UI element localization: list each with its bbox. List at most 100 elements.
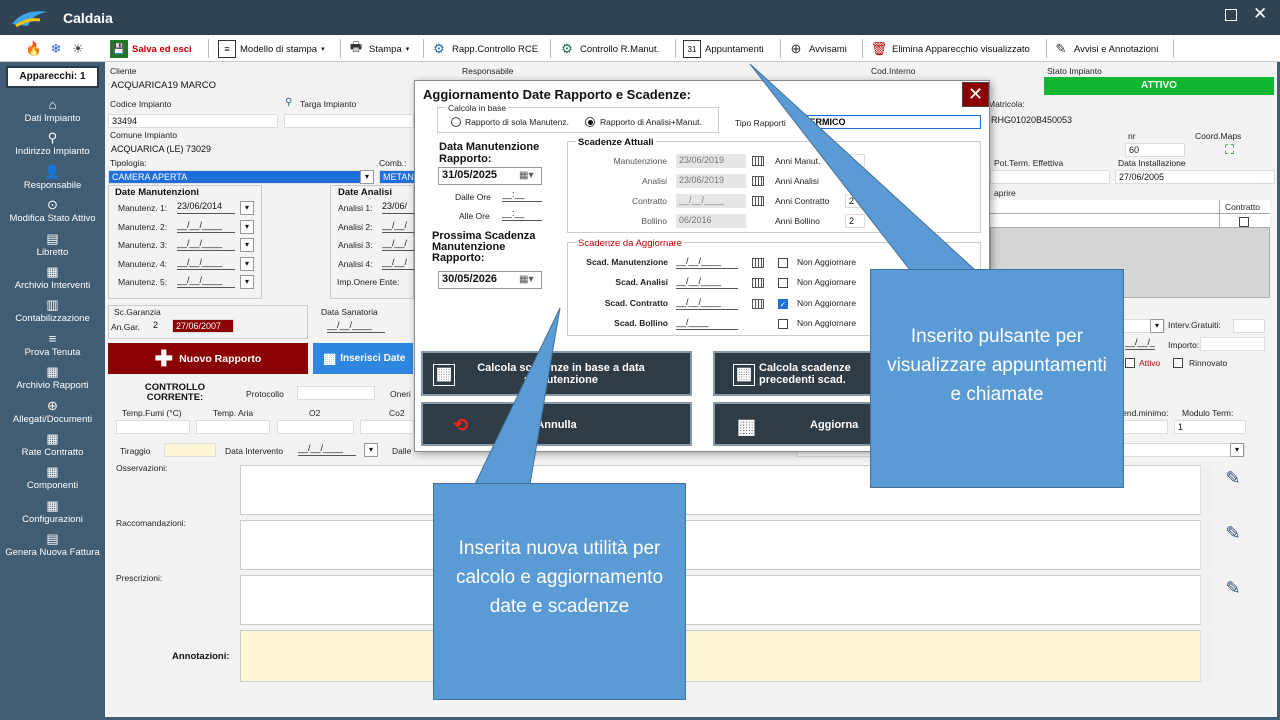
codice-field[interactable]: 33494 xyxy=(108,114,278,128)
sidebar-item[interactable]: ▥ Contabilizzazione xyxy=(0,297,105,324)
sidebar-item[interactable]: ⊕ Allegati/Documenti xyxy=(0,398,105,425)
controllo-manut-button[interactable]: ⚙ Controllo R.Manut. xyxy=(558,38,659,60)
manut-date-field[interactable]: 23/06/2014 xyxy=(177,201,235,214)
sidebar-item[interactable]: ▦ Archivio Interventi xyxy=(0,264,105,291)
rinnovato-checkbox[interactable] xyxy=(1173,358,1183,368)
importo-field[interactable] xyxy=(1200,337,1265,351)
edit-notes-icon[interactable]: ✎ xyxy=(1221,468,1245,492)
temp-aria-field[interactable] xyxy=(196,420,270,434)
co2-field[interactable] xyxy=(360,420,414,434)
rapp-rce-button[interactable]: ⚙ Rapp.Controllo RCE xyxy=(430,38,538,60)
anni-field[interactable] xyxy=(845,174,865,188)
chevron-down-icon[interactable]: ▾ xyxy=(364,443,378,457)
elimina-button[interactable]: 🗑 Elimina Apparecchio visualizzato xyxy=(870,38,1030,60)
maximize-icon[interactable] xyxy=(1225,9,1237,21)
sidebar-item[interactable]: ▦ Rate Contratto xyxy=(0,431,105,458)
manut-date-field[interactable]: __/__/____ xyxy=(177,275,235,288)
calcola-precedenti-button[interactable]: ▦ Calcola scadenze precedenti scad. xyxy=(713,351,880,396)
close-dialog-icon[interactable]: ✕ xyxy=(962,82,989,107)
close-window-icon[interactable]: ✕ xyxy=(1253,4,1267,24)
analisi-date-field[interactable]: __/__/ xyxy=(382,238,414,251)
avvisami-button[interactable]: ⊕ Avvisami xyxy=(787,38,847,60)
protocollo-field[interactable] xyxy=(297,386,375,400)
non-aggiornare-checkbox[interactable] xyxy=(778,278,788,289)
cliente-field[interactable]: ACQUARICA19 MARCO xyxy=(108,79,404,93)
anni-field[interactable]: 2 xyxy=(845,214,865,228)
sidebar-item[interactable]: ▤ Genera Nuova Fattura xyxy=(0,531,105,558)
scrollbar[interactable] xyxy=(1200,575,1212,625)
search-icon[interactable]: ⚲ xyxy=(285,97,292,108)
tipo-rapporti-field[interactable]: TERMICO xyxy=(800,115,981,129)
install-field[interactable]: 27/06/2005 xyxy=(1115,170,1275,184)
sanatoria-field[interactable]: __/__/____ xyxy=(327,320,385,333)
an-gar-date[interactable]: 27/06/2007 xyxy=(172,319,234,333)
an-gar-field[interactable]: 2 xyxy=(150,319,170,333)
raccomandazioni-textarea[interactable] xyxy=(240,520,1212,570)
annulla-button[interactable]: ⟲ Annulla xyxy=(421,402,692,446)
sidebar-item[interactable]: ⚲ Indirizzo Impianto xyxy=(0,130,105,157)
non-aggiornare-checkbox[interactable] xyxy=(778,258,788,268)
analisi-date-field[interactable]: __/__/ xyxy=(382,220,414,233)
edit-notes-icon[interactable]: ✎ xyxy=(1221,523,1245,547)
alle-ore-field[interactable]: __:__ xyxy=(502,208,542,221)
calendar-icon[interactable] xyxy=(752,156,764,166)
tiraggio-field[interactable] xyxy=(164,443,216,457)
comune-field[interactable]: ACQUARICA (LE) 73029 xyxy=(108,143,408,157)
scad-aggiornare-field[interactable]: __/__/____ xyxy=(676,276,738,290)
calendar-icon[interactable] xyxy=(752,176,764,186)
non-aggiornare-checkbox[interactable]: ✓ xyxy=(778,298,788,309)
prescrizioni-textarea[interactable] xyxy=(240,575,1212,625)
temp-fumi-field[interactable] xyxy=(116,420,190,434)
scad-aggiornare-field[interactable]: __/__/____ xyxy=(676,256,738,269)
chevron-down-icon[interactable]: ▾ xyxy=(1230,443,1244,457)
matricola-field[interactable]: RHG01020B450053 xyxy=(988,114,1128,128)
calendar-dropdown-icon[interactable]: ▦▾ xyxy=(519,170,533,181)
print-model-button[interactable]: ≡ Modello di stampa ▾ xyxy=(218,38,325,60)
chevron-down-icon[interactable]: ▾ xyxy=(240,219,254,234)
comb-select[interactable]: METAN xyxy=(379,170,415,184)
tipologia-select[interactable]: CAMERA APERTA xyxy=(108,170,372,184)
annotazioni-textarea[interactable] xyxy=(240,630,1212,682)
manut-date-field[interactable]: __/__/____ xyxy=(177,238,235,251)
chevron-down-icon[interactable]: ▾ xyxy=(240,238,254,252)
o2-field[interactable] xyxy=(277,420,354,434)
sidebar-item[interactable]: ▦ Archivio Rapporti xyxy=(0,364,105,391)
attivo-checkbox[interactable] xyxy=(1125,358,1135,368)
calendar-icon[interactable] xyxy=(752,298,764,309)
calendar-icon[interactable] xyxy=(752,258,764,268)
calcola-base-button[interactable]: ▦ Calcola scadenze in base a data manute… xyxy=(421,351,692,396)
calendar-dropdown-icon[interactable]: ▦▾ xyxy=(519,274,533,285)
modulo-field[interactable]: 1 xyxy=(1174,420,1246,434)
chevron-down-icon[interactable]: ▾ xyxy=(240,256,254,271)
scrollbar[interactable] xyxy=(1200,465,1212,515)
sidebar-item[interactable]: ▦ Configurazioni xyxy=(0,498,105,525)
calendar-icon[interactable] xyxy=(752,196,764,206)
chevron-down-icon[interactable]: ▾ xyxy=(360,170,374,184)
scad-aggiornare-field[interactable]: __/____ xyxy=(676,317,738,330)
anni-field[interactable]: 2 xyxy=(845,194,865,208)
sidebar-item[interactable]: ⊙ Modifica Stato Attivo xyxy=(0,197,105,224)
appuntamenti-button[interactable]: 31 Appuntamenti xyxy=(683,38,764,60)
sidebar-item[interactable]: ▦ Componenti xyxy=(0,464,105,491)
sidebar-item[interactable]: ≡ Prova Tenuta xyxy=(0,331,105,358)
analisi-date-field[interactable]: 23/06/ xyxy=(382,201,414,214)
analisi-date-field[interactable]: __/__/ xyxy=(382,257,414,270)
radio-sola-manut[interactable] xyxy=(451,117,461,127)
save-exit-button[interactable]: 💾 Salva ed esci xyxy=(110,38,192,60)
chevron-down-icon[interactable]: ▾ xyxy=(240,275,254,289)
scad-aggiornare-field[interactable]: __/__/____ xyxy=(676,297,738,310)
interv-gratuiti-field[interactable] xyxy=(1233,319,1265,333)
sidebar-item[interactable]: ▤ Libretto xyxy=(0,231,105,258)
inserisci-date-button[interactable]: ▦ Inserisci Date xyxy=(313,343,413,374)
chevron-down-icon[interactable]: ▾ xyxy=(1150,319,1164,333)
dalle-ore-field[interactable]: __:__ xyxy=(502,189,542,202)
radio-analisi-manut[interactable] xyxy=(585,117,595,127)
manut-date-field[interactable]: __/__/____ xyxy=(177,220,235,233)
print-button[interactable]: 🖶 Stampa ▾ xyxy=(347,38,409,60)
data-intervento-field[interactable]: __/__/____ xyxy=(298,443,356,456)
pot-field[interactable] xyxy=(990,170,1110,184)
nuovo-rapporto-button[interactable]: ✚ Nuovo Rapporto xyxy=(108,343,308,374)
manut-date-field[interactable]: __/__/____ xyxy=(177,257,235,270)
sidebar-item[interactable]: 👤 Responsabile xyxy=(0,164,105,191)
contratto-checkbox[interactable] xyxy=(1239,217,1249,227)
